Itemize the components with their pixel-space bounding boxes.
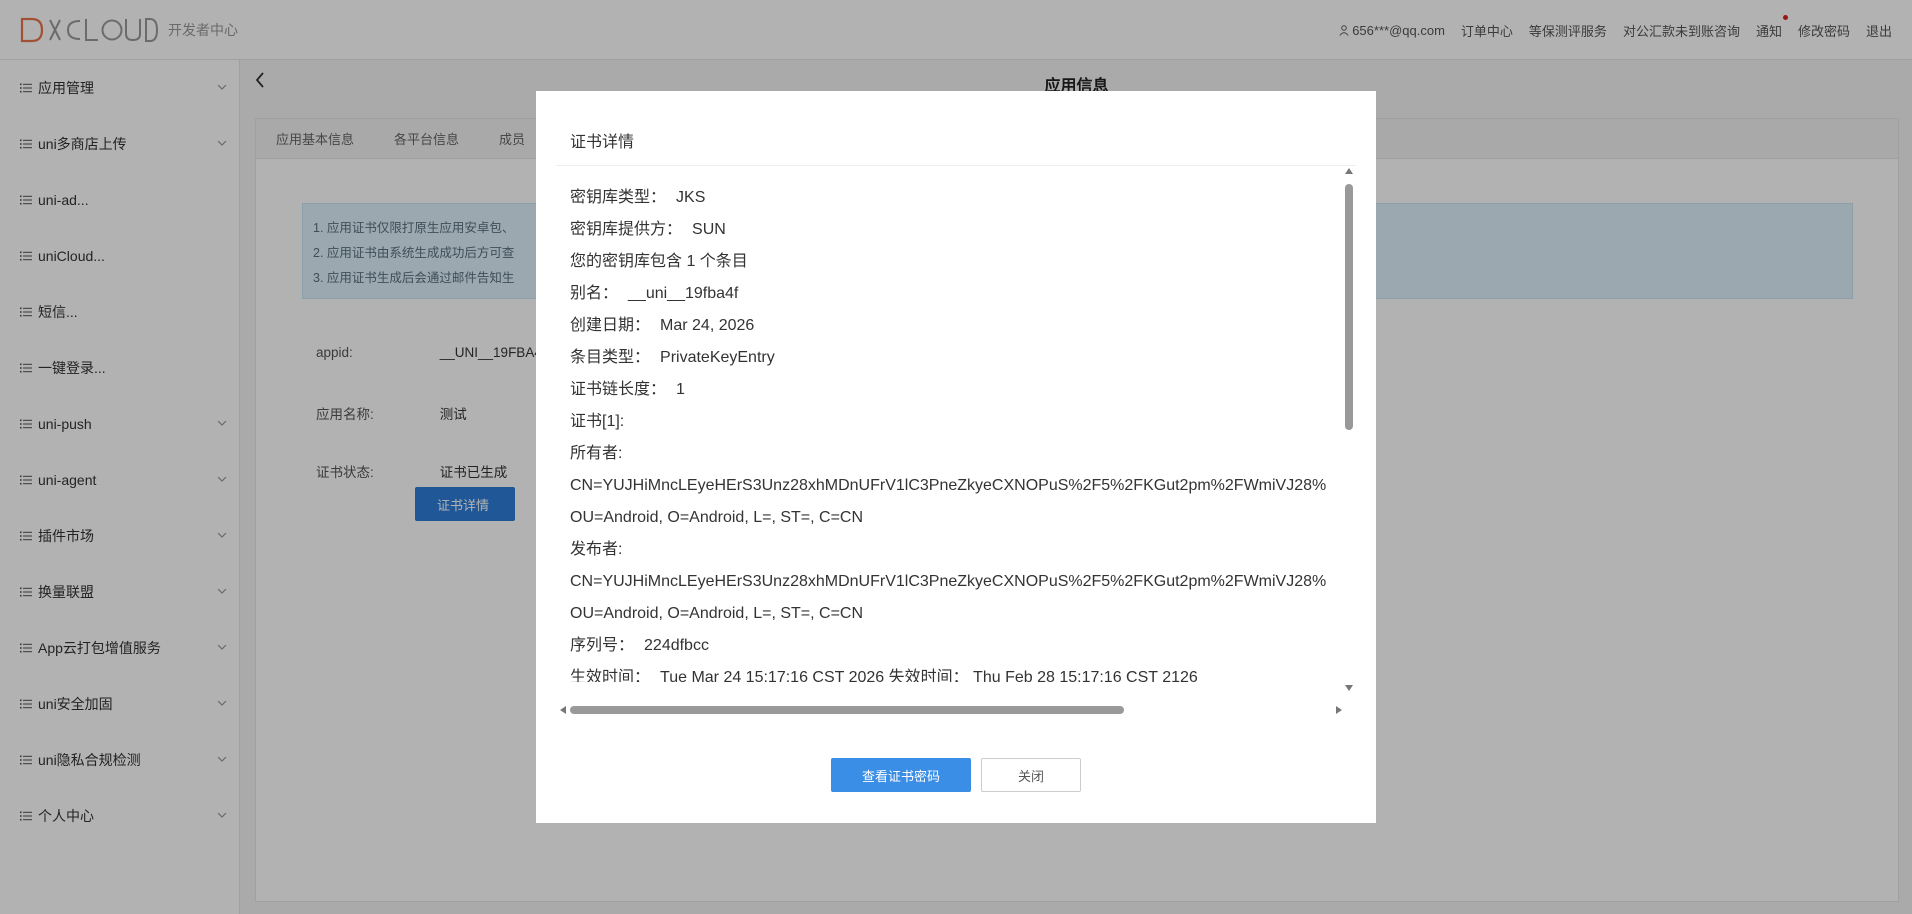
cert-detail-key: 别名：	[570, 285, 619, 302]
certificate-details-content: 密钥库类型： JKS 密钥库提供方： SUN 您的密钥库包含 1 个条目 别名： __uni…	[570, 182, 1345, 682]
cert-detail-line: 序列号： 224dfbcc	[570, 630, 1345, 662]
scroll-down-arrow-icon[interactable]	[1345, 685, 1353, 691]
cert-detail-line: 别名： __uni__19fba4f	[570, 278, 1345, 310]
cert-detail-key: 条目类型：	[570, 349, 651, 366]
cert-detail-line: 密钥库提供方： SUN	[570, 214, 1345, 246]
cert-detail-key: 密钥库提供方：	[570, 221, 683, 238]
certificate-details-modal: 证书详情 密钥库类型： JKS 密钥库提供方： SUN 您的密钥库包含 1 个条目 别名：…	[536, 91, 1376, 823]
horizontal-scroll-thumb[interactable]	[570, 706, 1124, 714]
horizontal-scrollbar[interactable]	[560, 703, 1342, 717]
cert-detail-value: Tue Mar 24 15:17:16 CST 2026 失效时间： Thu F…	[660, 669, 1198, 682]
cert-detail-line: 证书链长度： 1	[570, 374, 1345, 406]
cert-detail-value: 您的密钥库包含 1 个条目	[570, 253, 748, 270]
cert-detail-key: 证书链长度：	[570, 381, 667, 398]
cert-detail-value: 224dfbcc	[644, 637, 709, 654]
cert-detail-value: OU=Android, O=Android, L=, ST=, C=CN	[570, 605, 864, 622]
modal-divider	[556, 165, 1356, 166]
cert-detail-value: __uni__19fba4f	[628, 285, 739, 302]
scroll-left-arrow-icon[interactable]	[560, 706, 566, 714]
cert-detail-value: PrivateKeyEntry	[660, 349, 775, 366]
cert-detail-value: CN=YUJHiMncLEyeHErS3Unz28xhMDnUFrV1lC3Pn…	[570, 477, 1327, 494]
cert-detail-value: 证书[1]:	[570, 413, 625, 430]
close-button[interactable]: 关闭	[981, 758, 1081, 792]
cert-detail-line: OU=Android, O=Android, L=, ST=, C=CN	[570, 502, 1345, 534]
cert-detail-value: OU=Android, O=Android, L=, ST=, C=CN	[570, 509, 864, 526]
cert-detail-key: 序列号：	[570, 637, 635, 654]
scroll-up-arrow-icon[interactable]	[1345, 168, 1353, 174]
cert-detail-key: 密钥库类型：	[570, 189, 667, 206]
cert-detail-line: 发布者:	[570, 534, 1345, 566]
cert-detail-line: 生效时间： Tue Mar 24 15:17:16 CST 2026 失效时间： …	[570, 662, 1345, 682]
modal-title: 证书详情	[570, 134, 635, 151]
cert-detail-key: 生效时间：	[570, 669, 651, 682]
cert-detail-value: CN=YUJHiMncLEyeHErS3Unz28xhMDnUFrV1lC3Pn…	[570, 573, 1327, 590]
cert-detail-line: 条目类型： PrivateKeyEntry	[570, 342, 1345, 374]
cert-detail-value: SUN	[692, 221, 726, 238]
view-cert-password-button[interactable]: 查看证书密码	[831, 758, 971, 792]
cert-detail-line: CN=YUJHiMncLEyeHErS3Unz28xhMDnUFrV1lC3Pn…	[570, 566, 1345, 598]
scroll-right-arrow-icon[interactable]	[1336, 706, 1342, 714]
cert-detail-value: 发布者:	[570, 541, 623, 558]
cert-detail-line: 所有者:	[570, 438, 1345, 470]
cert-detail-value: JKS	[676, 189, 706, 206]
cert-detail-line: 创建日期： Mar 24, 2026	[570, 310, 1345, 342]
cert-detail-line: 证书[1]:	[570, 406, 1345, 438]
cert-detail-line: OU=Android, O=Android, L=, ST=, C=CN	[570, 598, 1345, 630]
cert-detail-key: 创建日期：	[570, 317, 651, 334]
cert-detail-line: 您的密钥库包含 1 个条目	[570, 246, 1345, 278]
cert-detail-value: 所有者:	[570, 445, 623, 462]
vertical-scroll-thumb[interactable]	[1345, 184, 1353, 430]
vertical-scrollbar[interactable]	[1342, 168, 1356, 691]
cert-detail-line: CN=YUJHiMncLEyeHErS3Unz28xhMDnUFrV1lC3Pn…	[570, 470, 1345, 502]
cert-detail-value: Mar 24, 2026	[660, 317, 755, 334]
cert-detail-line: 密钥库类型： JKS	[570, 182, 1345, 214]
cert-detail-value: 1	[676, 381, 685, 398]
